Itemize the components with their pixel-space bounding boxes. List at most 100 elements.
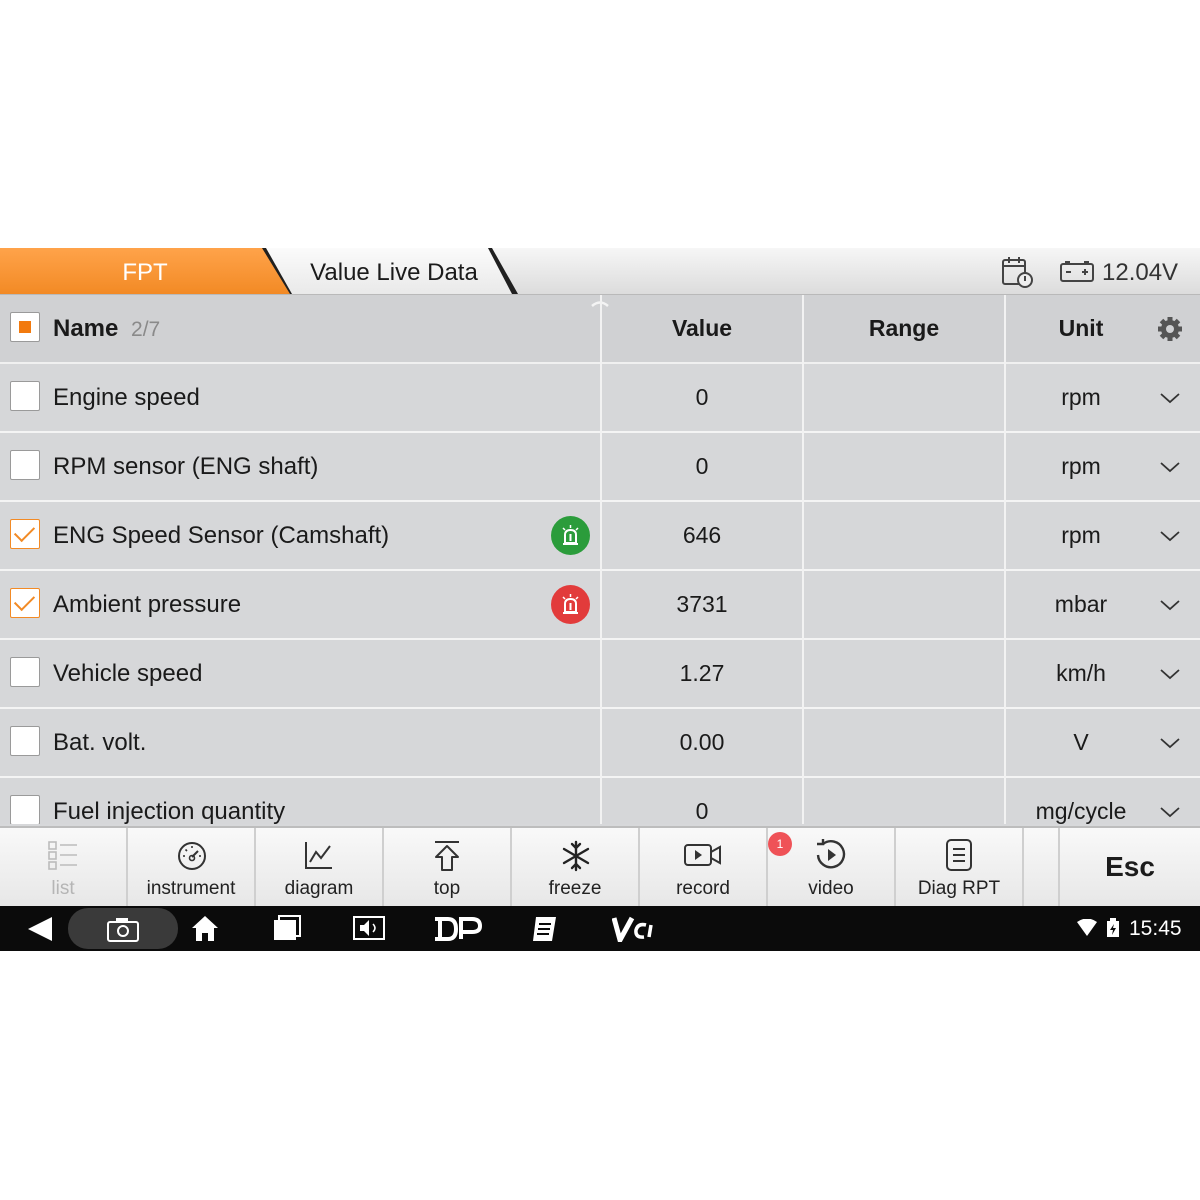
row-checkbox[interactable]: [10, 726, 40, 756]
row-unit[interactable]: rpm: [1006, 502, 1156, 569]
row-name: Ambient pressure: [53, 591, 242, 618]
manual-book-icon[interactable]: [530, 914, 560, 944]
row-unit[interactable]: rpm: [1006, 364, 1156, 431]
row-unit[interactable]: mg/cycle: [1006, 778, 1156, 824]
tab-value-live-data-label: Value Live Data: [310, 259, 478, 286]
chevron-down-icon[interactable]: [1158, 455, 1182, 479]
dp-logo-icon[interactable]: [432, 916, 482, 942]
row-range: [804, 709, 1004, 776]
diag-rpt-label: Diag RPT: [917, 878, 1001, 899]
row-range: [804, 364, 1004, 431]
row-value: 646: [682, 522, 722, 548]
row-checkbox[interactable]: [10, 519, 40, 549]
wifi-icon: [1077, 919, 1097, 936]
diag-rpt-button[interactable]: Diag RPT: [896, 828, 1024, 906]
row-range: [804, 571, 1004, 638]
video-camera-icon: [684, 844, 721, 866]
diagram-label: diagram: [284, 878, 354, 899]
column-divider: [802, 295, 804, 824]
esc-button[interactable]: Esc: [1060, 828, 1200, 906]
line-chart-icon: [305, 842, 332, 869]
screenshot-button[interactable]: [68, 908, 178, 949]
chevron-down-icon[interactable]: [1158, 386, 1182, 410]
vci-icon[interactable]: [612, 916, 656, 942]
row-unit[interactable]: mbar: [1006, 571, 1156, 638]
row-name: Vehicle speed: [53, 660, 203, 687]
calendar-clock-icon[interactable]: [1000, 255, 1034, 289]
siren-icon: [562, 525, 579, 545]
column-header-name: Name 2/7: [53, 315, 160, 343]
row-name: Bat. volt.: [53, 729, 147, 756]
row-checkbox[interactable]: [10, 657, 40, 687]
row-range: [804, 433, 1004, 500]
freeze-label: freeze: [548, 878, 602, 899]
battery-charging-icon: [1107, 918, 1119, 937]
column-header-range: Range: [868, 315, 940, 341]
row-range: [804, 502, 1004, 569]
row-range: [804, 640, 1004, 707]
row-name: RPM sensor (ENG shaft): [53, 453, 319, 480]
home-icon[interactable]: [190, 914, 220, 942]
freeze-button[interactable]: freeze: [512, 828, 640, 906]
row-value: 1.27: [679, 660, 725, 686]
row-value: 0: [695, 384, 709, 410]
column-header-unit: Unit: [1058, 315, 1104, 341]
back-icon[interactable]: [26, 915, 54, 943]
gear-icon[interactable]: [1155, 314, 1185, 344]
row-unit[interactable]: V: [1006, 709, 1156, 776]
chevron-down-icon[interactable]: [1158, 662, 1182, 686]
column-divider: [1004, 295, 1006, 824]
chevron-down-icon[interactable]: [1158, 593, 1182, 617]
list-label: list: [51, 878, 75, 899]
row-name: Engine speed: [53, 384, 200, 411]
system-navigation-bar: 15:45: [0, 906, 1200, 951]
row-value: 3731: [676, 591, 728, 617]
tab-fpt-label: FPT: [122, 259, 168, 286]
chevron-down-icon[interactable]: [1158, 800, 1182, 824]
list-button[interactable]: list: [0, 828, 128, 906]
volume-icon[interactable]: [352, 914, 386, 942]
battery-voltage: 12.04V: [1102, 259, 1179, 286]
name-header-label: Name: [53, 315, 119, 342]
top-label: top: [433, 878, 461, 899]
row-checkbox[interactable]: [10, 795, 40, 824]
row-checkbox[interactable]: [10, 588, 40, 618]
arrow-to-top-icon: [435, 841, 459, 871]
row-name: Fuel injection quantity: [53, 798, 286, 824]
record-label: record: [676, 878, 730, 899]
diagnostic-screen: FPT Value Live Data 12.04V Name 2/7 Valu…: [0, 248, 1200, 951]
instrument-button[interactable]: instrument: [128, 828, 256, 906]
tab-fpt[interactable]: FPT: [0, 248, 290, 294]
row-checkbox[interactable]: [10, 381, 40, 411]
alarm-indicator-icon[interactable]: [551, 585, 590, 624]
select-all-checkbox[interactable]: [10, 312, 40, 342]
diagram-button[interactable]: diagram: [256, 828, 384, 906]
row-unit[interactable]: rpm: [1006, 433, 1156, 500]
recent-apps-icon[interactable]: [272, 914, 302, 942]
chevron-down-icon[interactable]: [1158, 731, 1182, 755]
column-divider: [600, 295, 602, 824]
camera-icon: [107, 918, 139, 942]
row-unit[interactable]: km/h: [1006, 640, 1156, 707]
row-value: 0: [695, 798, 709, 824]
snowflake-icon: [562, 840, 590, 872]
report-document-icon: [946, 839, 972, 871]
list-icon: [48, 841, 77, 870]
tab-value-live-data[interactable]: Value Live Data: [266, 248, 512, 294]
alarm-indicator-icon[interactable]: [551, 516, 590, 555]
status-time: 15:45: [1129, 917, 1182, 940]
top-button[interactable]: top: [384, 828, 512, 906]
row-name: ENG Speed Sensor (Camshaft): [53, 522, 390, 549]
row-value: 0: [695, 453, 709, 479]
battery-icon: [1060, 261, 1094, 282]
video-count-badge: 1: [768, 832, 792, 856]
record-button[interactable]: record: [640, 828, 768, 906]
page-indicator: 2/7: [131, 318, 161, 341]
row-checkbox[interactable]: [10, 450, 40, 480]
row-value: 0.00: [679, 729, 725, 755]
video-label: video: [808, 878, 854, 899]
chevron-down-icon[interactable]: [1158, 524, 1182, 548]
siren-icon: [562, 594, 579, 614]
toolbar-spacer: [1024, 828, 1060, 906]
instrument-label: instrument: [146, 878, 236, 899]
